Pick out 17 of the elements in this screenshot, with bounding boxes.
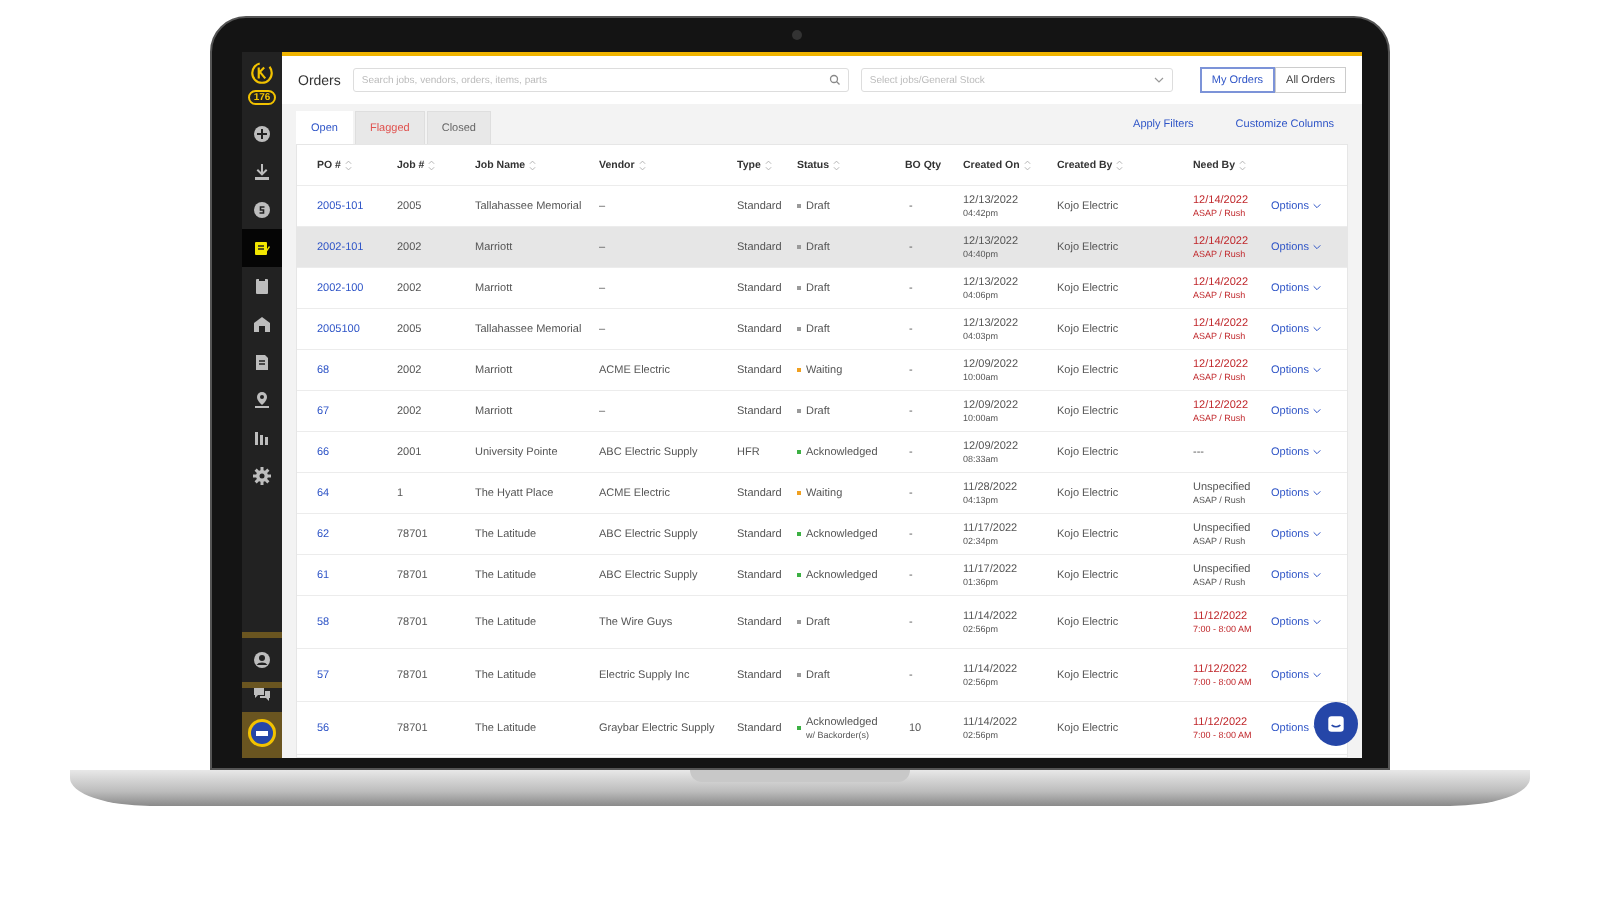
avatar[interactable] [247, 718, 277, 748]
search-icon [828, 74, 841, 86]
chat-icon[interactable] [252, 684, 272, 704]
warehouse-icon [252, 314, 272, 334]
map-pin-icon [252, 390, 272, 410]
add-icon [252, 124, 272, 144]
chat-icon [1325, 713, 1347, 735]
logo-icon [249, 60, 275, 86]
clipboard-icon [252, 276, 272, 296]
orders-icon [252, 238, 272, 258]
sidebar-item[interactable] [242, 229, 282, 267]
document-icon [252, 352, 272, 372]
chart-icon [252, 428, 272, 448]
user-icon[interactable] [252, 650, 272, 670]
camera-icon [792, 30, 802, 40]
download-icon [252, 162, 272, 182]
settings-icon [252, 466, 272, 486]
